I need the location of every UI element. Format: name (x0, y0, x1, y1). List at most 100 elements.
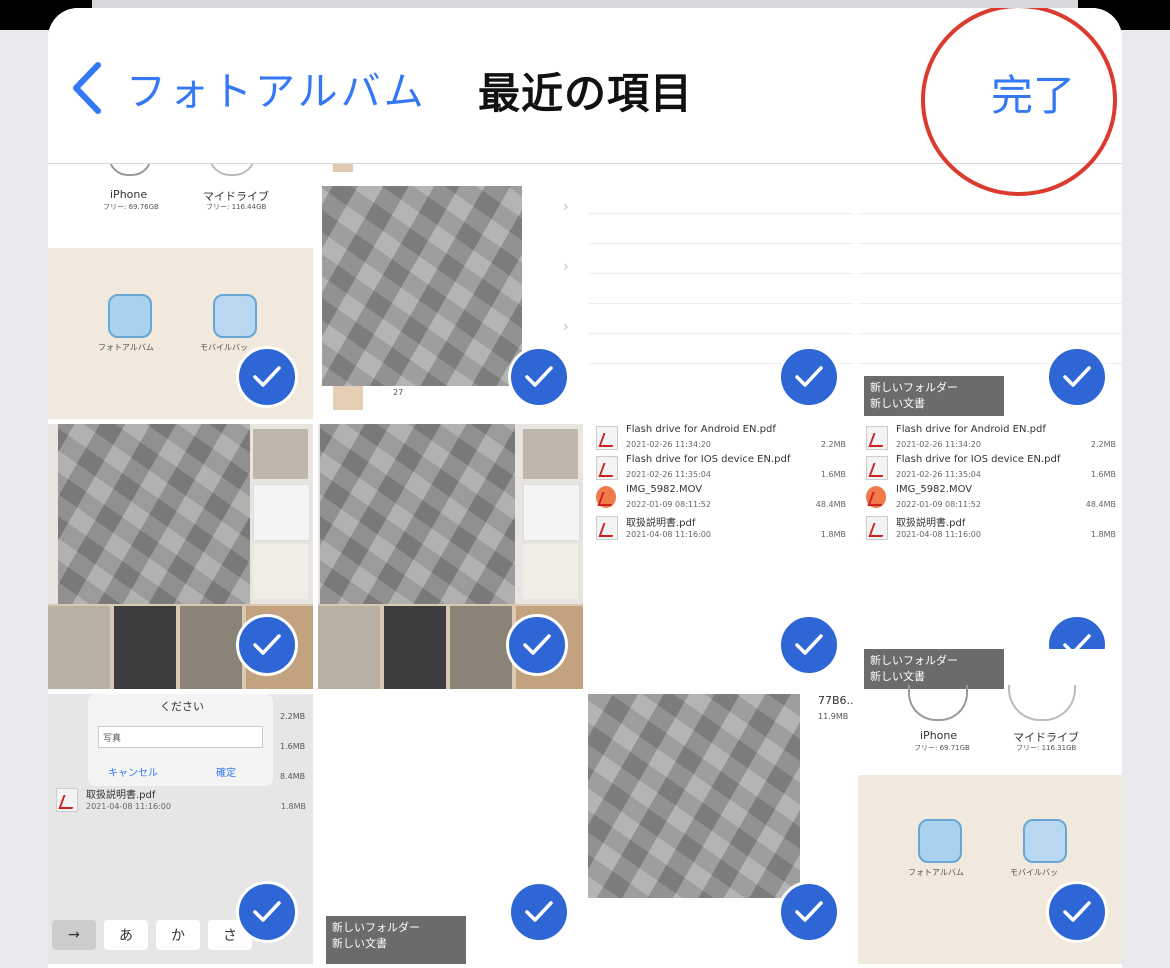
file-name: 取扱説明書.pdf (896, 518, 966, 529)
pdf-icon (866, 426, 888, 450)
file-name: IMG_5982.MOV (626, 484, 703, 495)
menu-new-doc: 新しい文書 (870, 397, 925, 410)
thumbnail-g[interactable]: ください 写真 キャンセル 確定 2.2MB 1.6MB 8.4MB 取扱説明書… (48, 694, 313, 964)
thumbnail-h[interactable]: 新しいフォルダー 新しい文書 (318, 694, 583, 964)
file-size: 8.4MB (280, 772, 306, 781)
photo-fragment (318, 606, 380, 689)
file-size: 1.8MB (280, 802, 306, 811)
file-row: IMG_5982.MOV 2022-01-09 08:11:52 48.4MB (866, 484, 1116, 514)
selected-check-icon[interactable] (778, 881, 840, 943)
file-size: 1.6MB (820, 470, 846, 479)
file-row: Flash drive for IOS device EN.pdf 2021-02… (866, 454, 1116, 484)
mobile-battery-app-icon (213, 294, 257, 338)
dialog-confirm: 確定 (216, 768, 236, 779)
back-label: フォトアルバム (126, 69, 427, 115)
thumbnail-f[interactable] (318, 424, 583, 689)
pdf-icon (596, 516, 618, 540)
menu-new-folder: 新しいフォルダー (870, 381, 958, 394)
file-name: Flash drive for Android EN.pdf (896, 424, 1046, 435)
context-menu: 新しいフォルダー 新しい文書 (864, 376, 1004, 416)
thumbnail-e[interactable] (48, 424, 313, 689)
iphone-label: iPhone (110, 188, 148, 201)
selected-check-icon[interactable] (508, 881, 570, 943)
file-row: IMG_5982.MOV 2022-01-09 08:11:52 48.4MB (596, 484, 846, 514)
blurred-region (322, 186, 522, 386)
selected-check-icon[interactable] (506, 614, 568, 676)
selected-check-icon[interactable] (508, 346, 570, 408)
page-title: 最近の項目 (478, 69, 694, 118)
album-label: フォトアルバム (98, 343, 154, 352)
file-date: 2021-02-26 11:35:04 (896, 470, 981, 479)
file-date: 2021-02-26 11:34:20 (626, 440, 711, 449)
thumbnail-j[interactable]: 新しいフォルダー 新しい文書 iPhone フリー: 69.71GB マイドライブ… (858, 649, 1122, 964)
selected-check-icon[interactable] (1046, 881, 1108, 943)
file-name: 取扱説明書.pdf (626, 518, 696, 529)
file-row: 取扱説明書.pdf 2021-04-08 11:16:00 1.8MB (56, 786, 306, 816)
blurred-region (58, 424, 250, 604)
key: か (156, 920, 200, 950)
key: → (52, 920, 96, 950)
menu-new-folder: 新しいフォルダー (332, 921, 420, 934)
selected-check-icon[interactable] (236, 881, 298, 943)
photo-fragment (333, 386, 363, 410)
selected-check-icon[interactable] (778, 346, 840, 408)
file-row: Flash drive for Android EN.pdf 2021-02-26… (596, 424, 846, 454)
iphone-free: フリー: 69.76GB (103, 203, 159, 211)
selected-check-icon[interactable] (1046, 346, 1108, 408)
file-size: 1.8MB (1090, 530, 1116, 539)
dialog-title: ください (160, 700, 204, 713)
thumbnail-b[interactable]: › › › 27 (318, 164, 583, 419)
pdf-icon (866, 516, 888, 540)
dialog-input: 写真 (98, 726, 263, 748)
mobile-label: モバイルバッ (200, 343, 248, 352)
selected-check-icon[interactable] (236, 346, 298, 408)
photo-fragment (48, 606, 110, 689)
file-row: Flash drive for IOS device EN.pdf 2021-02… (596, 454, 846, 484)
back-button[interactable]: フォトアルバム (70, 58, 427, 118)
file-row: 取扱説明書.pdf 2021-04-08 11:16:00 1.8MB (866, 514, 1116, 544)
pdf-icon (56, 788, 78, 812)
chevron-left-icon (73, 62, 101, 114)
file-size: 48.4MB (815, 500, 846, 509)
file-size: 1.6MB (280, 742, 306, 751)
selected-check-icon[interactable] (236, 614, 298, 676)
photo-fragment (384, 606, 446, 689)
photo-fragment (114, 606, 176, 689)
file-date: 2022-01-09 08:11:52 (626, 500, 711, 509)
thumbnail-i[interactable]: 77B6... 11.9MB (588, 694, 853, 964)
file-date: 2021-02-26 11:35:04 (626, 470, 711, 479)
drive-device-icon (208, 164, 256, 176)
thumbnail-c[interactable]: Flash drive for Android EN.pdf 2021-02-26… (588, 164, 853, 689)
drive-free: フリー: 116.44GB (206, 203, 267, 211)
alert-dialog: ください 写真 キャンセル 確定 (88, 694, 273, 786)
chevron-right-icon: › (563, 319, 569, 335)
chevron-right-icon: › (563, 259, 569, 275)
file-name: IMG_5982.MOV (896, 484, 973, 495)
file-row: Flash drive for Android EN.pdf 2021-02-26… (866, 424, 1116, 454)
photo-fragment (253, 484, 310, 541)
file-date: 2021-04-08 11:16:00 (86, 802, 171, 811)
dialog-input-value: 写真 (103, 734, 122, 744)
context-menu: 新しいフォルダー 新しい文書 (326, 916, 466, 964)
file-size: 11.9MB (818, 712, 849, 721)
photo-fragment (523, 544, 578, 599)
dialog-cancel: キャンセル (108, 768, 158, 779)
photo-fragment (450, 606, 512, 689)
blurred-region (588, 694, 800, 898)
thumbnail-d[interactable]: 新しいフォルダー 新しい文書 Flash drive for Android EN… (858, 164, 1122, 689)
file-size: 2.2MB (280, 712, 306, 721)
file-name: Flash drive for IOS device EN.pdf (626, 454, 791, 465)
menu-new-folder: 新しいフォルダー (870, 654, 958, 667)
file-name: 77B6... (818, 694, 853, 707)
blurred-region (320, 424, 515, 604)
pdf-icon (866, 456, 888, 480)
thumbnail-a[interactable]: iPhone フリー: 69.76GB マイドライブ フリー: 116.44GB… (48, 164, 313, 419)
selected-check-icon[interactable] (778, 614, 840, 676)
file-date: 2022-01-09 08:11:52 (896, 500, 981, 509)
photo-album-app-icon (918, 819, 962, 863)
iphone-label: iPhone (920, 729, 958, 742)
iphone-device-icon (108, 164, 152, 176)
file-name: Flash drive for Android EN.pdf (626, 424, 776, 435)
photo-grid: iPhone フリー: 69.76GB マイドライブ フリー: 116.44GB… (48, 164, 1122, 964)
photo-fragment (253, 544, 308, 599)
